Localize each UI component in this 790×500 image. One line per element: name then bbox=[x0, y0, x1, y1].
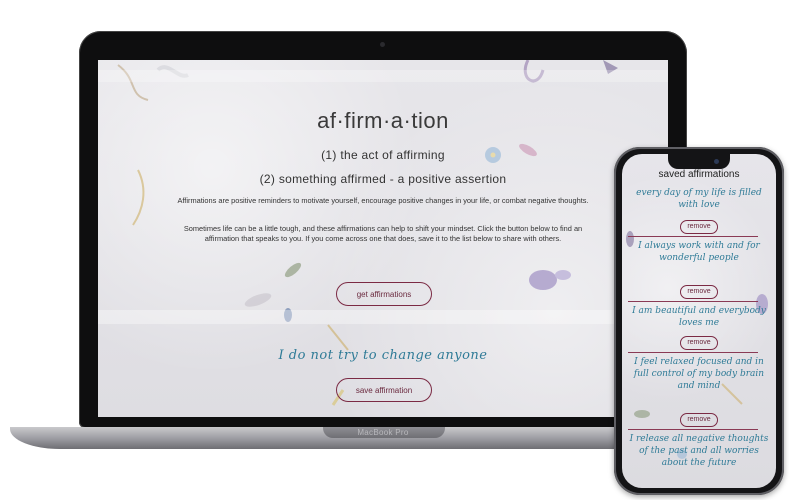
item-divider bbox=[628, 352, 758, 353]
phone-notch bbox=[668, 154, 730, 169]
remove-button[interactable]: remove bbox=[680, 413, 718, 427]
item-divider bbox=[628, 236, 758, 237]
laptop-brand-label: MacBook Pro bbox=[357, 428, 409, 437]
remove-button[interactable]: remove bbox=[680, 220, 718, 234]
remove-button[interactable]: remove bbox=[680, 285, 718, 299]
phone-camera bbox=[714, 159, 719, 164]
intro-paragraph: Affirmations are positive reminders to m… bbox=[177, 196, 589, 205]
definition-two: (2) something affirmed - a positive asse… bbox=[259, 172, 507, 186]
laptop-screen: af·firm·a·tion (1) the act of affirming … bbox=[98, 60, 668, 417]
instructions-paragraph: Sometimes life can be a little tough, an… bbox=[183, 224, 583, 243]
current-affirmation: I do not try to change anyone bbox=[278, 348, 488, 363]
definition-one: (1) the act of affirming bbox=[321, 148, 445, 162]
saved-affirmation-item: I always work with and for wonderful peo… bbox=[638, 241, 760, 263]
phone-screen: saved affirmations every day of my life … bbox=[622, 154, 776, 488]
item-divider bbox=[628, 429, 758, 430]
remove-button[interactable]: remove bbox=[680, 336, 718, 350]
page-title: af·firm·a·tion bbox=[317, 108, 449, 133]
saved-affirmation-item: I feel relaxed focused and in full contr… bbox=[633, 357, 765, 391]
saved-affirmation-item: every day of my life is filled with love bbox=[636, 188, 762, 210]
saved-affirmations-title: saved affirmations bbox=[658, 169, 740, 180]
item-divider bbox=[628, 301, 758, 302]
saved-affirmation-item: I release all negative thoughts of the p… bbox=[629, 434, 769, 468]
laptop-camera bbox=[380, 42, 385, 47]
save-affirmation-button[interactable]: save affirmation bbox=[336, 378, 432, 402]
get-affirmations-button[interactable]: get affirmations bbox=[336, 282, 432, 306]
saved-affirmation-item: I am beautiful and everybody loves me bbox=[632, 306, 766, 328]
